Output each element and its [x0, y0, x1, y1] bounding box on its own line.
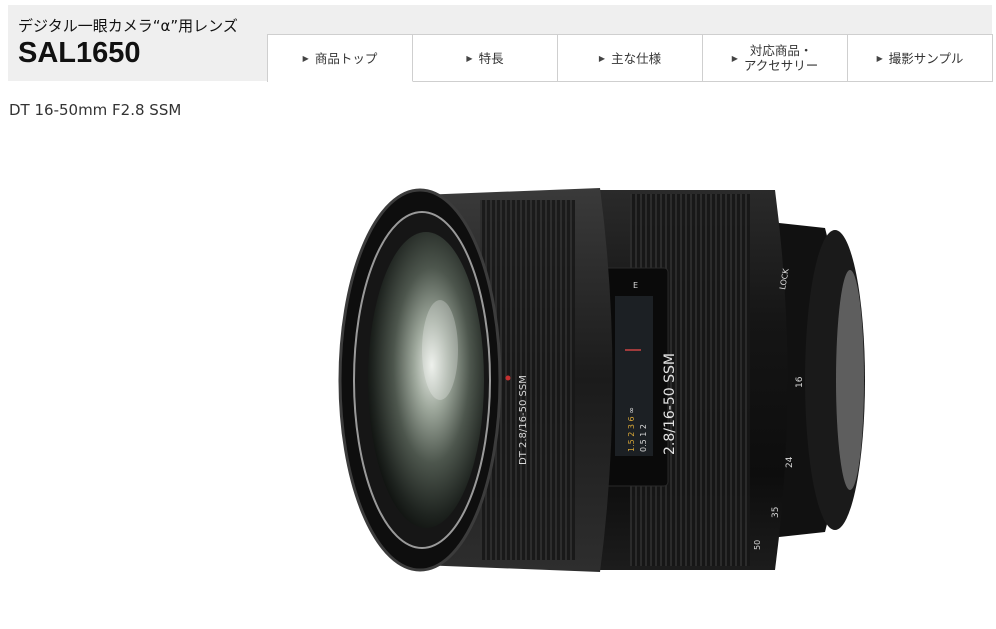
caret-right-icon: ▶	[731, 53, 738, 63]
tab-label: 商品トップ	[314, 50, 378, 66]
product-name: DT 16-50mm F2.8 SSM	[9, 101, 182, 119]
barrel-label: DT 2.8/16-50 SSM	[518, 375, 529, 465]
tab-label: 特長	[478, 50, 504, 66]
tab-label: 撮影サンプル	[888, 50, 964, 66]
caret-right-icon: ▶	[302, 53, 309, 63]
product-nav-tabs: ▶ 商品トップ ▶ 特長 ▶ 主な仕様 ▶ 対応商品・ アクセサリー ▶ 撮影サ…	[267, 34, 993, 82]
tab-label: 対応商品・ アクセサリー	[743, 43, 819, 73]
caret-right-icon: ▶	[466, 53, 473, 63]
category-subtitle: デジタル一眼カメラ“α”用レンズ	[18, 17, 238, 35]
window-label: 2.8/16-50 SSM	[662, 353, 678, 455]
zoom-mark-50: 50	[753, 540, 762, 550]
tab-features[interactable]: ▶ 特長	[413, 35, 558, 82]
caret-right-icon: ▶	[598, 53, 606, 63]
zoom-mark-16: 16	[795, 376, 805, 388]
tab-compatible-accessories[interactable]: ▶ 対応商品・ アクセサリー	[703, 35, 848, 82]
distance-scale-m: 1.5 2 3 6 ∞	[627, 407, 636, 452]
tab-product-top[interactable]: ▶ 商品トップ	[268, 35, 413, 82]
model-title: SAL1650	[18, 37, 141, 69]
zoom-mark-24: 24	[785, 456, 795, 468]
caret-right-icon: ▶	[876, 53, 883, 63]
tab-specs[interactable]: ▶ 主な仕様	[558, 35, 703, 82]
distance-scale-ft: 0.5 1 2	[639, 424, 648, 452]
zoom-mark-35: 35	[771, 507, 781, 518]
window-header: E	[633, 281, 638, 290]
tab-sample-photos[interactable]: ▶ 撮影サンプル	[848, 35, 993, 82]
tab-label: 主な仕様	[611, 50, 662, 66]
lens-illustration: DT 2.8/16-50 SSM 2.8/16-50 SSM LOCK 16 2…	[338, 188, 865, 572]
page-header: デジタル一眼カメラ“α”用レンズ SAL1650 ▶ 商品トップ ▶ 特長 ▶ …	[8, 5, 993, 82]
lens-product-image: DT 2.8/16-50 SSM 2.8/16-50 SSM LOCK 16 2…	[330, 180, 890, 580]
header-title-block: デジタル一眼カメラ“α”用レンズ SAL1650	[18, 17, 238, 70]
